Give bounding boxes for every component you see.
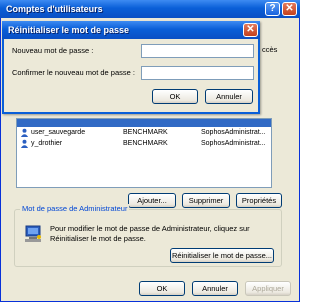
user-group: SophosAdministrat... — [201, 140, 266, 147]
user-list[interactable]: user_sauvegarde BENCHMARK SophosAdminist… — [16, 118, 272, 188]
list-header-strip — [17, 119, 271, 127]
help-button[interactable]: ? — [265, 2, 280, 16]
dialog-close-button[interactable]: ✕ — [243, 23, 258, 37]
table-row[interactable]: y_drothier BENCHMARK SophosAdministrat..… — [17, 138, 271, 149]
dialog-title: Réinitialiser le mot de passe — [8, 25, 130, 35]
window-close-button[interactable]: ✕ — [282, 2, 297, 16]
confirm-password-label: Confirmer le nouveau mot de passe : — [12, 68, 135, 77]
user-group: SophosAdministrat... — [201, 129, 266, 136]
ok-button[interactable]: OK — [139, 281, 185, 296]
apply-button[interactable]: Appliquer — [245, 281, 291, 296]
user-icon — [20, 128, 29, 137]
user-domain: BENCHMARK — [123, 129, 168, 136]
admin-group-label: Mot de passe de Administrateur — [20, 204, 130, 213]
reset-password-button[interactable]: Réinitialiser le mot de passe... — [170, 248, 274, 263]
properties-button[interactable]: Propriétés — [236, 193, 282, 208]
cancel-button[interactable]: Annuler — [192, 281, 238, 296]
user-domain: BENCHMARK — [123, 140, 168, 147]
confirm-password-field[interactable] — [141, 66, 254, 80]
user-name: user_sauvegarde — [31, 129, 86, 136]
window-title: Comptes d'utilisateurs — [6, 4, 103, 14]
new-password-field[interactable] — [141, 44, 254, 58]
computer-key-icon — [25, 225, 41, 242]
user-name: y_drothier — [31, 140, 63, 147]
admin-info-text: Pour modifier le mot de passe de Adminis… — [50, 224, 250, 243]
dialog-cancel-button[interactable]: Annuler — [205, 89, 253, 104]
dialog-ok-button[interactable]: OK — [152, 89, 198, 104]
obscured-text: ccès — [262, 45, 278, 54]
add-button[interactable]: Ajouter... — [128, 193, 176, 208]
remove-button[interactable]: Supprimer — [182, 193, 230, 208]
user-icon — [20, 139, 29, 148]
table-row[interactable]: user_sauvegarde BENCHMARK SophosAdminist… — [17, 127, 271, 138]
new-password-label: Nouveau mot de passe : — [12, 46, 94, 55]
